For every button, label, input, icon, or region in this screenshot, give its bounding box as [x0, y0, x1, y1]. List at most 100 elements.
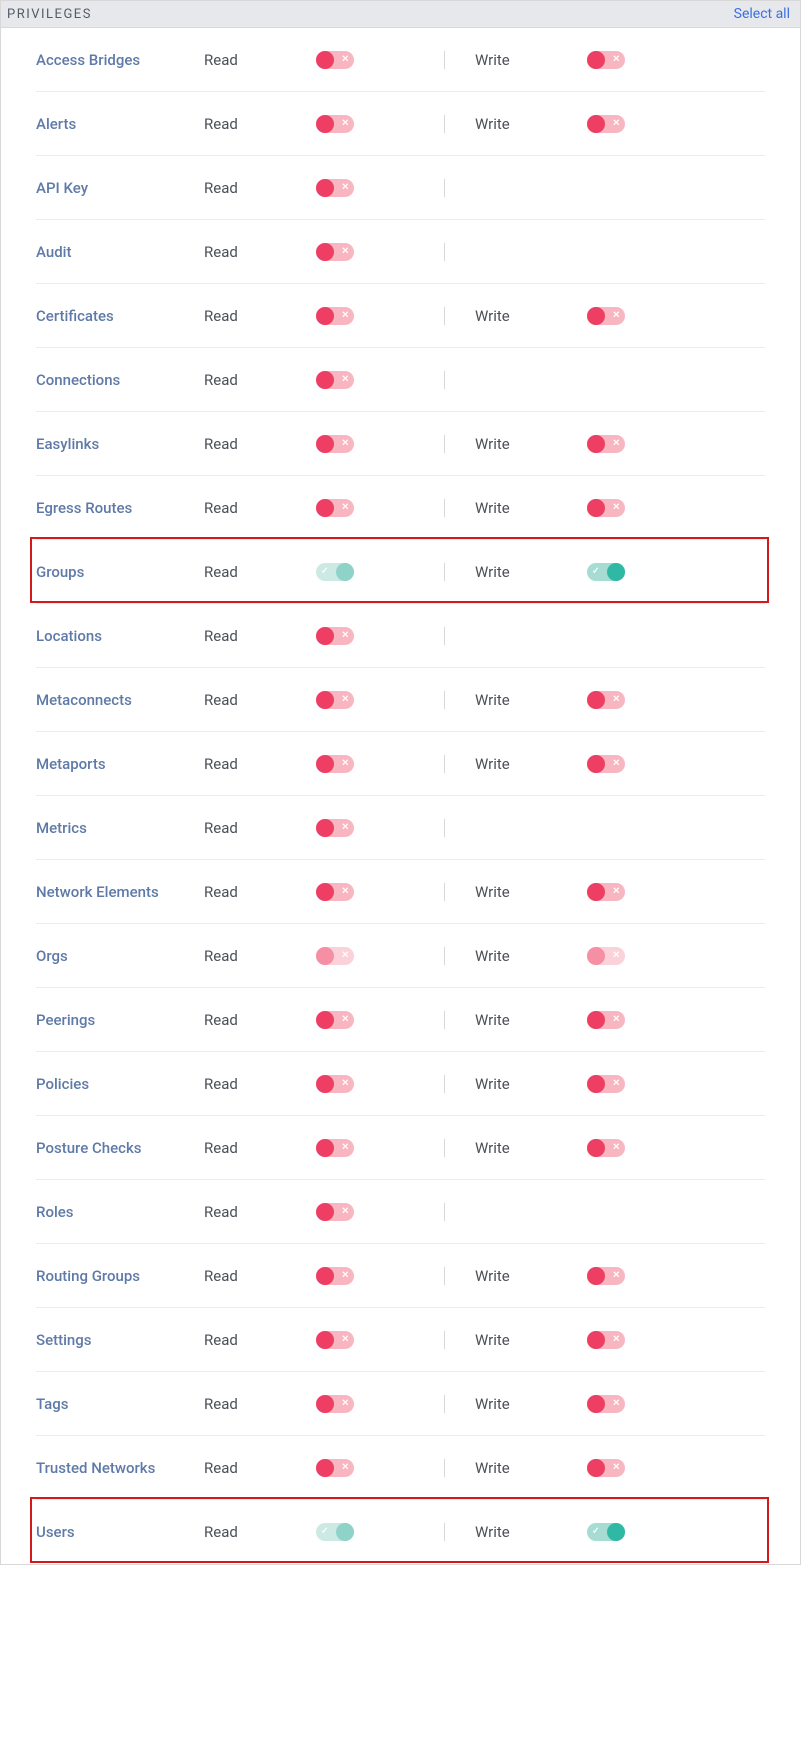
- toggle-read[interactable]: ✕: [316, 307, 354, 325]
- divider: [444, 115, 445, 133]
- toggle-read[interactable]: ✕: [316, 1331, 354, 1349]
- privileges-header: PRIVILEGES Select all: [1, 1, 800, 28]
- toggle-write[interactable]: ✕: [587, 435, 625, 453]
- x-icon: ✕: [612, 119, 620, 128]
- privilege-name[interactable]: Metaports: [36, 755, 204, 773]
- toggle-write[interactable]: ✕: [587, 1139, 625, 1157]
- toggle-read[interactable]: ✕: [316, 179, 354, 197]
- toggle-write[interactable]: ✕: [587, 691, 625, 709]
- toggle-write[interactable]: ✓: [587, 563, 625, 581]
- toggle-read[interactable]: ✕: [316, 691, 354, 709]
- write-group: Write✕: [475, 1459, 715, 1477]
- write-label: Write: [475, 115, 535, 133]
- privilege-name[interactable]: Easylinks: [36, 435, 204, 453]
- write-label: Write: [475, 755, 535, 773]
- divider: [444, 819, 445, 837]
- privilege-name[interactable]: Roles: [36, 1203, 204, 1221]
- privilege-name[interactable]: Access Bridges: [36, 51, 204, 69]
- write-label: Write: [475, 563, 535, 581]
- toggle-knob: [316, 883, 334, 901]
- toggle-read[interactable]: ✕: [316, 1459, 354, 1477]
- privilege-name[interactable]: Tags: [36, 1395, 204, 1413]
- write-group: Write✕: [475, 435, 715, 453]
- privilege-name[interactable]: Policies: [36, 1075, 204, 1093]
- toggle-write[interactable]: ✕: [587, 51, 625, 69]
- toggle-read[interactable]: ✕: [316, 1267, 354, 1285]
- toggle-read[interactable]: ✕: [316, 243, 354, 261]
- privilege-name[interactable]: Locations: [36, 627, 204, 645]
- toggle-write[interactable]: ✕: [587, 755, 625, 773]
- write-group: Write✕: [475, 947, 715, 965]
- select-all-link[interactable]: Select all: [734, 6, 790, 22]
- toggle-write[interactable]: ✕: [587, 1459, 625, 1477]
- read-label: Read: [204, 1395, 264, 1413]
- toggle-write[interactable]: ✕: [587, 499, 625, 517]
- toggle-read[interactable]: ✕: [316, 819, 354, 837]
- privilege-name[interactable]: Metrics: [36, 819, 204, 837]
- privilege-row: CertificatesRead✕Write✕: [36, 284, 765, 348]
- privilege-name[interactable]: Network Elements: [36, 883, 204, 901]
- read-label: Read: [204, 51, 264, 69]
- toggle-read[interactable]: ✕: [316, 883, 354, 901]
- x-icon: ✕: [341, 1015, 349, 1024]
- toggle-read[interactable]: ✕: [316, 371, 354, 389]
- read-group: Read✕: [204, 1011, 444, 1029]
- toggle-write[interactable]: ✕: [587, 1075, 625, 1093]
- toggle-read[interactable]: ✕: [316, 51, 354, 69]
- privilege-name[interactable]: Connections: [36, 371, 204, 389]
- toggle-write[interactable]: ✕: [587, 307, 625, 325]
- toggle-read[interactable]: ✕: [316, 1075, 354, 1093]
- privilege-name[interactable]: Users: [36, 1523, 204, 1541]
- toggle-read: ✓: [316, 1523, 354, 1541]
- privilege-name[interactable]: Settings: [36, 1331, 204, 1349]
- privilege-row: TagsRead✕Write✕: [36, 1372, 765, 1436]
- toggle-read[interactable]: ✕: [316, 1203, 354, 1221]
- divider: [444, 883, 445, 901]
- privilege-name[interactable]: Certificates: [36, 307, 204, 325]
- toggle-read[interactable]: ✕: [316, 499, 354, 517]
- privilege-name[interactable]: Audit: [36, 243, 204, 261]
- toggle-knob: [587, 1139, 605, 1157]
- privilege-row: Trusted NetworksRead✕Write✕: [36, 1436, 765, 1500]
- divider: [444, 1011, 445, 1029]
- privilege-name[interactable]: Alerts: [36, 115, 204, 133]
- privilege-name[interactable]: Metaconnects: [36, 691, 204, 709]
- privilege-row: Egress RoutesRead✕Write✕: [36, 476, 765, 540]
- write-group: Write✕: [475, 499, 715, 517]
- toggle-read[interactable]: ✕: [316, 1011, 354, 1029]
- check-icon: ✓: [592, 567, 600, 576]
- toggle-write[interactable]: ✕: [587, 1331, 625, 1349]
- toggle-read[interactable]: ✕: [316, 435, 354, 453]
- toggle-write[interactable]: ✕: [587, 1395, 625, 1413]
- toggle-read[interactable]: ✕: [316, 627, 354, 645]
- toggle-write[interactable]: ✕: [587, 883, 625, 901]
- toggle-write[interactable]: ✓: [587, 1523, 625, 1541]
- toggle-write[interactable]: ✕: [587, 1267, 625, 1285]
- privilege-row: Routing GroupsRead✕Write✕: [36, 1244, 765, 1308]
- toggle-read[interactable]: ✕: [316, 755, 354, 773]
- privilege-row: Network ElementsRead✕Write✕: [36, 860, 765, 924]
- x-icon: ✕: [341, 1463, 349, 1472]
- privilege-name[interactable]: Orgs: [36, 947, 204, 965]
- toggle-write[interactable]: ✕: [587, 1011, 625, 1029]
- privilege-name[interactable]: Posture Checks: [36, 1139, 204, 1157]
- write-group: Write✕: [475, 1011, 715, 1029]
- privilege-name[interactable]: API Key: [36, 179, 204, 197]
- divider: [444, 1267, 445, 1285]
- toggle-read[interactable]: ✕: [316, 1395, 354, 1413]
- privilege-name[interactable]: Egress Routes: [36, 499, 204, 517]
- privilege-name[interactable]: Groups: [36, 563, 204, 581]
- divider: [444, 755, 445, 773]
- privilege-name[interactable]: Peerings: [36, 1011, 204, 1029]
- toggle-read[interactable]: ✕: [316, 1139, 354, 1157]
- toggle-read[interactable]: ✕: [316, 115, 354, 133]
- privilege-name[interactable]: Routing Groups: [36, 1267, 204, 1285]
- x-icon: ✕: [341, 311, 349, 320]
- toggle-knob: [587, 51, 605, 69]
- privilege-row: SettingsRead✕Write✕: [36, 1308, 765, 1372]
- write-group: Write✕: [475, 51, 715, 69]
- read-label: Read: [204, 243, 264, 261]
- read-group: Read✕: [204, 307, 444, 325]
- privilege-name[interactable]: Trusted Networks: [36, 1459, 204, 1477]
- toggle-write[interactable]: ✕: [587, 115, 625, 133]
